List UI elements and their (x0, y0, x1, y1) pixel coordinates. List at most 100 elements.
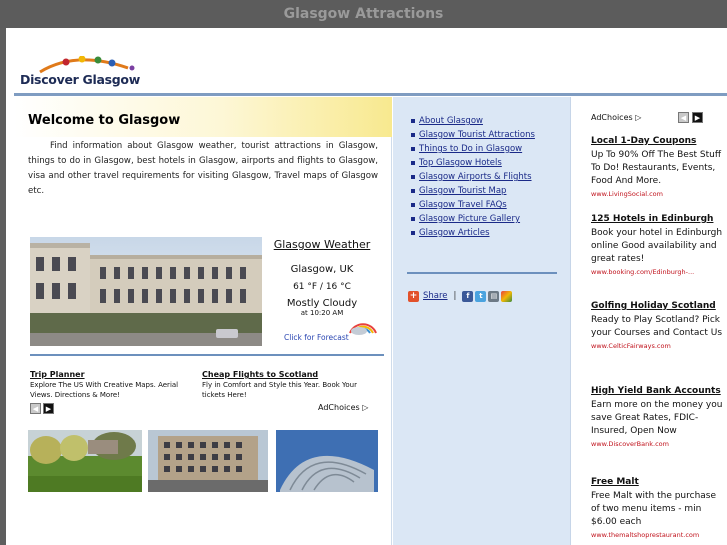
ad-cheap-flights[interactable]: Cheap Flights to Scotland Fly in Comfort… (202, 370, 378, 400)
nav-label: Glasgow Articles (419, 228, 490, 238)
nav-item-hotels[interactable]: Top Glasgow Hotels (411, 156, 535, 170)
weather-widget: Glasgow Weather Glasgow, UK 61 °F / 16 °… (266, 235, 378, 347)
nav-label: Glasgow Travel FAQs (419, 200, 507, 210)
photo-hotel[interactable] (148, 430, 268, 492)
photo-park[interactable] (28, 430, 142, 492)
ad-text: Fly in Comfort and Style this Year. Book… (202, 381, 357, 399)
main-content: Welcome to Glasgow Find information abou… (14, 97, 392, 545)
nav-label: Glasgow Tourist Map (419, 186, 507, 196)
chevron-left-icon: ◀ (32, 404, 39, 413)
facebook-icon[interactable]: f (462, 290, 474, 302)
share-separator: | (453, 291, 457, 301)
bullet-icon (411, 175, 415, 179)
bullet-icon (411, 119, 415, 123)
nav-label: Glasgow Picture Gallery (419, 214, 521, 224)
adchoices-link[interactable]: AdChoices ▷ (591, 113, 641, 122)
bullet-icon (411, 217, 415, 221)
sidebar-nav: About Glasgow Glasgow Tourist Attraction… (393, 97, 571, 545)
weather-time: at 10:20 AM (300, 309, 344, 317)
welcome-title: Welcome to Glasgow (28, 113, 181, 128)
ad-title[interactable]: Trip Planner (30, 370, 202, 379)
chevron-left-icon: ◀ (680, 113, 687, 122)
bullet-icon (411, 161, 415, 165)
nav-item-airports[interactable]: Glasgow Airports & Flights (411, 170, 535, 184)
adchoices-link[interactable]: AdChoices ▷ (318, 403, 368, 412)
nav-item-gallery[interactable]: Glasgow Picture Gallery (411, 212, 535, 226)
partly-cloudy-icon (349, 323, 377, 335)
photo-armadillo[interactable] (276, 430, 378, 492)
ad-url[interactable]: www.booking.com/Edinburgh-... (591, 267, 723, 277)
weather-condition: Mostly Cloudy (286, 298, 358, 309)
share-bar: + Share | f t ▤ (408, 289, 514, 303)
adchoices-label: AdChoices (591, 113, 633, 122)
adchoices-icon: ▷ (362, 403, 369, 412)
nav-item-things-to-do[interactable]: Things to Do in Glasgow (411, 142, 535, 156)
ad-url[interactable]: www.LivingSocial.com (591, 189, 723, 199)
ad-title[interactable]: Free Malt (591, 476, 723, 489)
bullet-icon (411, 189, 415, 193)
bullet-icon (411, 231, 415, 235)
ad-next-button[interactable]: ▶ (692, 112, 703, 123)
ad-text: Book your hotel in Edinburgh online Good… (591, 228, 723, 264)
window-title: Glasgow Attractions (283, 6, 444, 22)
adchoices-icon: ▷ (635, 113, 642, 122)
ad-text: Earn more on the money you save Great Ra… (591, 400, 723, 436)
ad-coupons[interactable]: Local 1-Day Coupons Up To 90% Off The Be… (591, 135, 723, 199)
weather-title[interactable]: Glasgow Weather (266, 238, 378, 251)
welcome-header: Welcome to Glasgow (14, 97, 392, 137)
ad-title[interactable]: 125 Hotels in Edinburgh (591, 213, 723, 226)
nav-divider (407, 272, 557, 274)
window-titlebar: Glasgow Attractions (0, 0, 727, 28)
nav-label: Glasgow Airports & Flights (419, 172, 532, 182)
logo-text: Discover Glasgow (20, 72, 140, 87)
bookmark-icon[interactable] (501, 290, 513, 302)
ad-title[interactable]: High Yield Bank Accounts (591, 385, 723, 398)
forecast-link[interactable]: Click for Forecast (284, 333, 349, 342)
glasgow-terrace-photo (30, 237, 262, 346)
ad-trip-planner[interactable]: Trip Planner Explore The US With Creativ… (30, 370, 202, 400)
bullet-icon (411, 133, 415, 137)
share-link[interactable]: Share (423, 291, 448, 301)
share-plus-icon[interactable]: + (408, 290, 419, 302)
nav-item-articles[interactable]: Glasgow Articles (411, 226, 535, 240)
adchoices-label: AdChoices (318, 403, 360, 412)
intro-text: Find information about Glasgow weather, … (28, 141, 378, 196)
ad-title[interactable]: Golfing Holiday Scotland (591, 300, 723, 313)
ad-title[interactable]: Cheap Flights to Scotland (202, 370, 378, 379)
ad-prev-button[interactable]: ◀ (678, 112, 689, 123)
chevron-right-icon: ▶ (45, 404, 52, 413)
ad-text: Free Malt with the purchase of two menu … (591, 491, 717, 527)
bullet-icon (411, 147, 415, 151)
ad-next-button[interactable]: ▶ (43, 403, 54, 414)
header-divider (14, 93, 727, 96)
nav-item-map[interactable]: Glasgow Tourist Map (411, 184, 535, 198)
chevron-right-icon: ▶ (694, 113, 701, 122)
nav-label: Top Glasgow Hotels (419, 158, 502, 168)
ads-sidebar: AdChoices ▷ ◀ ▶ Local 1-Day Coupons Up T… (573, 97, 727, 545)
site-logo[interactable]: Discover Glasgow (18, 56, 148, 92)
nav-item-faqs[interactable]: Glasgow Travel FAQs (411, 198, 535, 212)
ad-free-malt[interactable]: Free Malt Free Malt with the purchase of… (591, 476, 723, 540)
nav-label: About Glasgow (419, 116, 483, 126)
page: Discover Glasgow Welcome to Glasgow Find… (6, 28, 727, 545)
print-icon[interactable]: ▤ (488, 290, 500, 302)
ad-url[interactable]: www.DiscoverBank.com (591, 439, 723, 449)
ad-prev-button[interactable]: ◀ (30, 403, 41, 414)
nav-menu: About Glasgow Glasgow Tourist Attraction… (411, 114, 535, 240)
nav-item-about[interactable]: About Glasgow (411, 114, 535, 128)
ad-text: Up To 90% Off The Best Stuff To Do! Rest… (591, 150, 722, 186)
weather-temperature: 61 °F / 16 °C (293, 282, 351, 292)
ad-url[interactable]: www.CelticFairways.com (591, 341, 723, 351)
ad-golf-scotland[interactable]: Golfing Holiday Scotland Ready to Play S… (591, 300, 723, 351)
ad-title[interactable]: Local 1-Day Coupons (591, 135, 723, 148)
bullet-icon (411, 203, 415, 207)
nav-label: Glasgow Tourist Attractions (419, 130, 535, 140)
nav-label: Things to Do in Glasgow (419, 144, 523, 154)
ad-text: Ready to Play Scotland? Pick your Course… (591, 315, 723, 338)
weather-city: Glasgow, UK (290, 264, 354, 275)
nav-item-attractions[interactable]: Glasgow Tourist Attractions (411, 128, 535, 142)
ad-url[interactable]: www.themaltshoprestaurant.com (591, 530, 723, 540)
ad-hotels-edinburgh[interactable]: 125 Hotels in Edinburgh Book your hotel … (591, 213, 723, 277)
twitter-icon[interactable]: t (475, 290, 487, 302)
ad-bank-accounts[interactable]: High Yield Bank Accounts Earn more on th… (591, 385, 723, 449)
